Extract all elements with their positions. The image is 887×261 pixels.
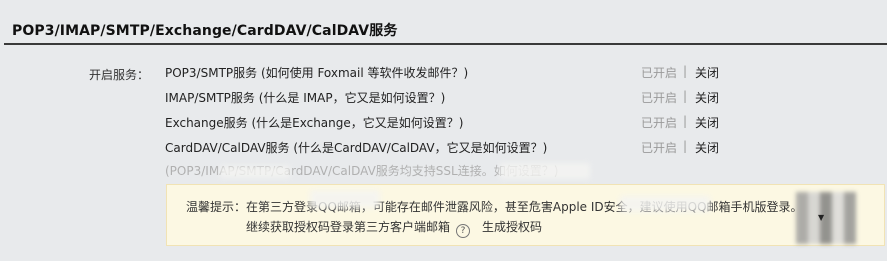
- status-label: 已开启: [641, 91, 678, 105]
- separator: |: [683, 64, 688, 78]
- service-row-carddav: CardDAV/CalDAV服务 (什么是CardDAV/CalDAV，它又是如…: [165, 139, 725, 157]
- tip-auth-text: 继续获取授权码登录第三方客户端邮箱: [246, 220, 451, 234]
- status-label: 已开启: [641, 141, 678, 155]
- service-name-imap[interactable]: IMAP/SMTP服务 (什么是 IMAP，它又是如何设置？): [165, 89, 445, 106]
- separator: |: [683, 139, 688, 153]
- separator: |: [683, 89, 688, 103]
- close-pop3-button[interactable]: 关闭: [695, 64, 719, 81]
- section-title: POP3/IMAP/SMTP/Exchange/CardDAV/CalDAV服务: [12, 23, 398, 39]
- service-row-pop3: POP3/SMTP服务 (如何使用 Foxmail 等软件收发邮件？) 已开启 …: [165, 64, 725, 82]
- tip-auth-line: 继续获取授权码登录第三方客户端邮箱? 生成授权码: [246, 218, 542, 238]
- generate-auth-code-button[interactable]: 生成授权码: [482, 220, 542, 234]
- tip-warning-text: 温馨提示：在第三方登录QQ邮箱，可能存在邮件泄露风险，甚至危害Apple ID安…: [186, 200, 803, 214]
- close-carddav-button[interactable]: 关闭: [695, 139, 719, 156]
- blurred-region: [500, 163, 590, 179]
- title-divider: [4, 43, 887, 45]
- close-imap-button[interactable]: 关闭: [695, 89, 719, 106]
- separator: |: [683, 114, 688, 128]
- service-row-exchange: Exchange服务 (什么是Exchange，它又是如何设置？) 已开启 | …: [165, 114, 725, 132]
- status-label: 已开启: [641, 116, 678, 130]
- service-name-exchange[interactable]: Exchange服务 (什么是Exchange，它又是如何设置？): [165, 114, 463, 131]
- service-row-imap: IMAP/SMTP服务 (什么是 IMAP，它又是如何设置？) 已开启 | 关闭: [165, 89, 725, 107]
- blurred-region: [310, 190, 380, 208]
- enable-services-label: 开启服务：: [89, 68, 150, 82]
- question-circle-icon[interactable]: ?: [456, 224, 471, 238]
- service-name-carddav[interactable]: CardDAV/CalDAV服务 (什么是CardDAV/CalDAV，它又是如…: [165, 139, 547, 156]
- caret-down-icon: ▼: [818, 213, 825, 222]
- tip-box: 温馨提示：在第三方登录QQ邮箱，可能存在邮件泄露风险，甚至危害Apple ID安…: [166, 184, 885, 246]
- service-name-pop3[interactable]: POP3/SMTP服务 (如何使用 Foxmail 等软件收发邮件？): [165, 64, 468, 81]
- qr-code-thumbnail[interactable]: [796, 192, 856, 244]
- status-label: 已开启: [641, 66, 678, 80]
- blurred-region: [620, 196, 710, 212]
- blurred-region: [220, 166, 290, 178]
- close-exchange-button[interactable]: 关闭: [695, 114, 719, 131]
